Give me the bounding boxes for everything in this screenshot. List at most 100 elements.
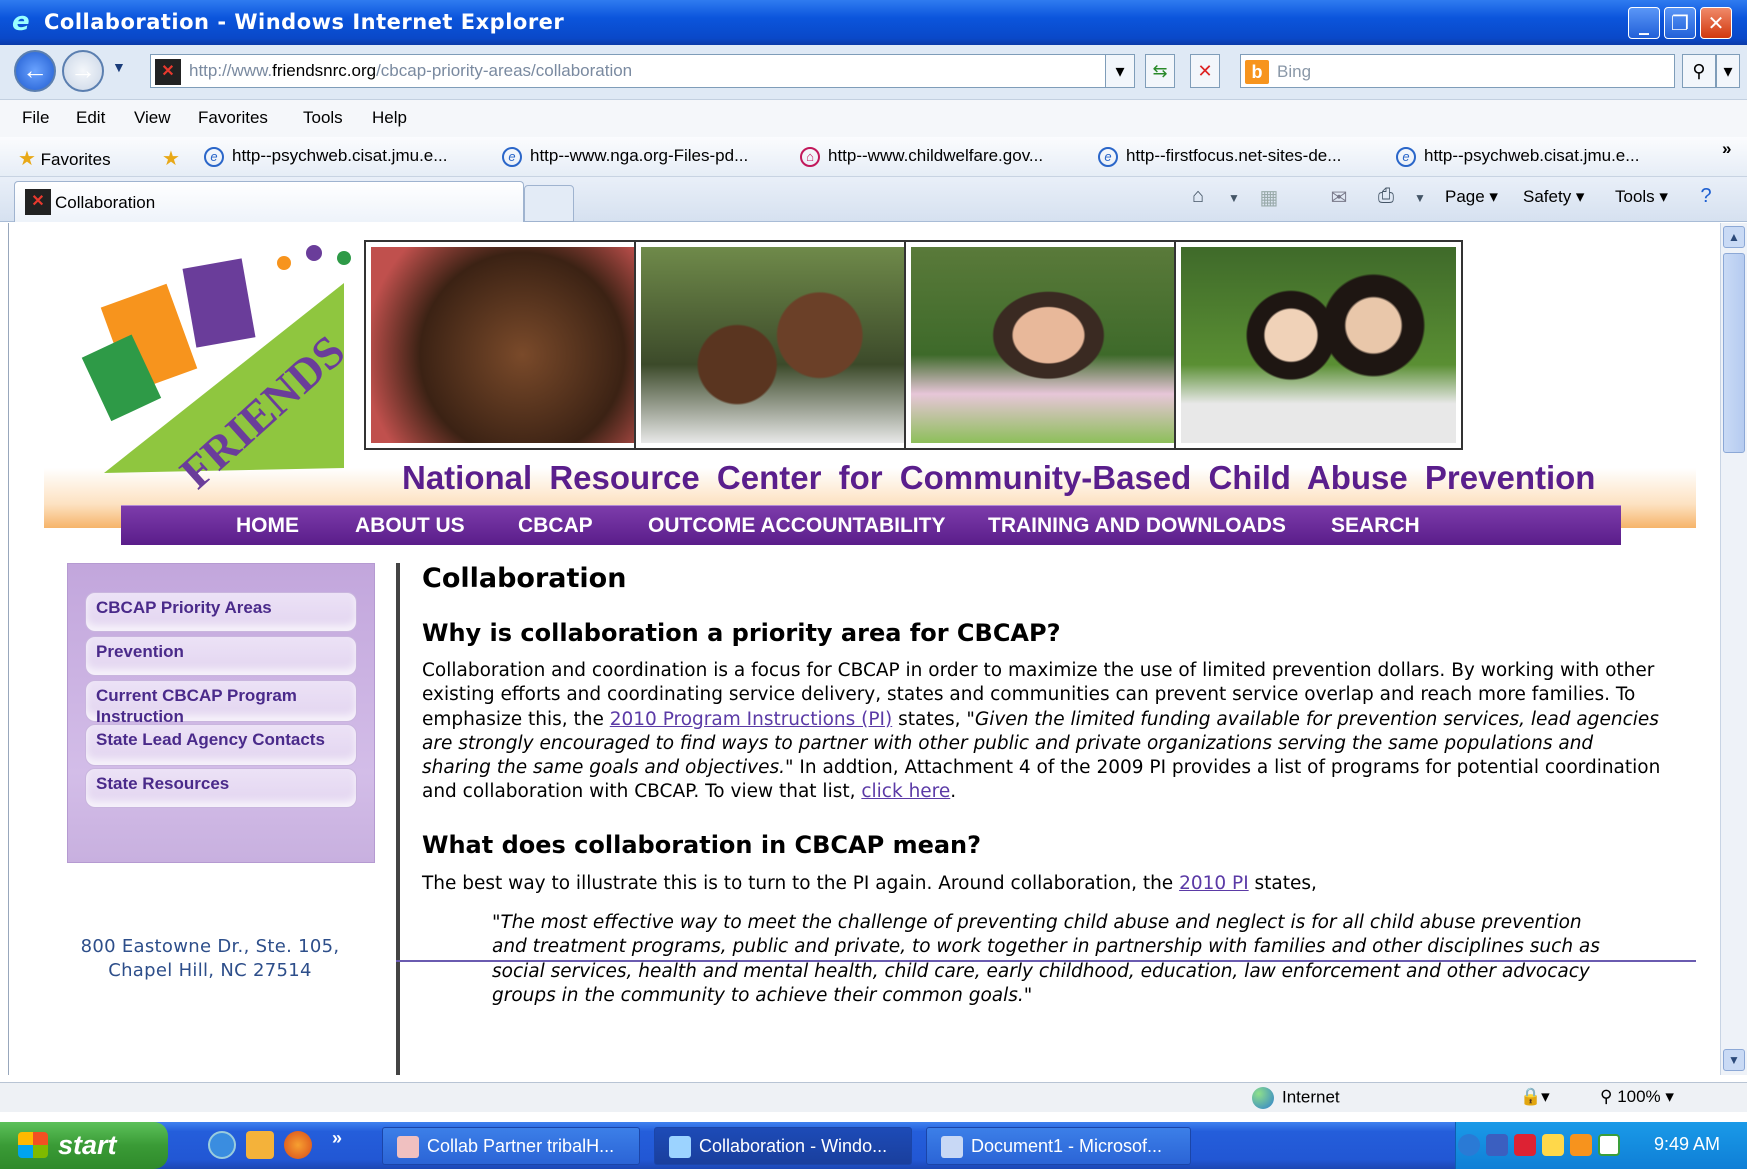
link-click-here[interactable]: click here <box>861 781 950 802</box>
favorite-link-2[interactable]: e http--www.nga.org-Files-pd... <box>502 146 748 167</box>
photo-mother-daughter <box>634 240 923 450</box>
quicklaunch-overflow-icon[interactable]: » <box>332 1128 342 1149</box>
nav-cbcap[interactable]: CBCAP <box>518 514 593 538</box>
mail-icon[interactable]: ✉ <box>1325 185 1353 211</box>
update-icon[interactable] <box>1570 1134 1592 1156</box>
search-options-icon[interactable]: ▾ <box>1716 54 1740 88</box>
menu-help[interactable]: Help <box>372 108 407 128</box>
status-bar: Internet 🔒▾ ⚲ 100% ▾ <box>0 1082 1747 1112</box>
nav-training-downloads[interactable]: TRAINING AND DOWNLOADS <box>988 514 1286 538</box>
safety-menu[interactable]: Safety ▾ <box>1523 187 1584 207</box>
tools-menu[interactable]: Tools ▾ <box>1615 187 1668 207</box>
scroll-down-icon[interactable]: ▼ <box>1723 1049 1745 1071</box>
menu-tools[interactable]: Tools <box>303 108 343 128</box>
link-2010-program-instructions[interactable]: 2010 Program Instructions (PI) <box>610 709 892 730</box>
favorites-bar: ★ Favorites ★ e http--psychweb.cisat.jmu.… <box>0 137 1747 177</box>
forward-button[interactable]: → <box>62 50 104 92</box>
link-2010-pi[interactable]: 2010 PI <box>1179 873 1249 894</box>
sidebar-item-prevention[interactable]: Prevention <box>85 636 357 676</box>
print-icon[interactable]: ⎙ <box>1372 185 1400 211</box>
site-title: National Resource Center for Community-B… <box>402 459 1596 496</box>
photo-child-1 <box>364 240 653 450</box>
favorite-link-4[interactable]: e http--firstfocus.net-sites-de... <box>1098 146 1341 167</box>
back-button[interactable]: ← <box>14 50 56 92</box>
search-placeholder: Bing <box>1277 62 1312 81</box>
add-favorite-icon[interactable]: ★ <box>162 146 180 171</box>
address-field[interactable]: ✕ http://www.friendsnrc.org/cbcap-priori… <box>150 54 1135 88</box>
sidebar-item-state-lead-agency[interactable]: State Lead Agency Contacts <box>85 724 357 766</box>
system-tray: 9:49 AM <box>1455 1122 1747 1169</box>
scroll-up-icon[interactable]: ▲ <box>1723 226 1745 248</box>
feeds-icon[interactable]: ▦ <box>1255 185 1283 211</box>
ie-page-icon: e <box>1396 146 1416 167</box>
paragraph-what: The best way to illustrate this is to tu… <box>422 873 1317 894</box>
bing-icon: b <box>1245 60 1269 84</box>
address-url[interactable]: http://www.friendsnrc.org/cbcap-priority… <box>189 61 632 81</box>
task-collaboration-ie[interactable]: Collaboration - Windo... <box>654 1127 912 1165</box>
address-dropdown-icon[interactable]: ▾ <box>1105 54 1135 88</box>
protected-mode-icon[interactable]: 🔒▾ <box>1520 1087 1550 1107</box>
clock-quicklaunch-icon[interactable] <box>246 1131 274 1159</box>
address-line-1: 800 Eastowne Dr., Ste. 105, <box>80 936 340 957</box>
security-zone: Internet <box>1252 1087 1340 1109</box>
firefox-quicklaunch-icon[interactable] <box>284 1131 312 1159</box>
vertical-scrollbar[interactable]: ▲ ▼ <box>1720 223 1747 1075</box>
tab-label: Collaboration <box>55 193 156 212</box>
ie-quicklaunch-icon[interactable] <box>208 1131 236 1159</box>
history-dropdown-icon[interactable]: ▼ <box>112 59 126 75</box>
ie-logo-icon: e <box>12 7 30 37</box>
sidebar-item-current-cbcap-pi[interactable]: Current CBCAP Program Instruction <box>85 680 357 726</box>
menu-edit[interactable]: Edit <box>76 108 105 128</box>
page-menu[interactable]: Page ▾ <box>1445 187 1498 207</box>
zoom-level[interactable]: ⚲ 100% ▾ <box>1600 1087 1674 1107</box>
antivirus-icon[interactable] <box>1598 1134 1620 1156</box>
restore-button[interactable]: ❐ <box>1664 7 1696 39</box>
network-icon[interactable] <box>1486 1134 1508 1156</box>
start-button[interactable]: start <box>0 1122 168 1169</box>
favorites-button[interactable]: ★ Favorites <box>18 146 111 171</box>
stop-button[interactable]: ✕ <box>1190 54 1220 88</box>
tray-arrow-icon[interactable] <box>1458 1134 1480 1156</box>
footer-address: 800 Eastowne Dr., Ste. 105, Chapel Hill,… <box>60 935 360 983</box>
nav-outcome-accountability[interactable]: OUTCOME ACCOUNTABILITY <box>648 514 945 538</box>
wireless-icon[interactable] <box>1542 1134 1564 1156</box>
print-dropdown-icon[interactable]: ▼ <box>1406 191 1434 217</box>
zoom-icon: ⚲ <box>1600 1087 1618 1106</box>
favorite-link-1[interactable]: e http--psychweb.cisat.jmu.e... <box>204 146 447 167</box>
ie-page-icon: e <box>1098 146 1118 167</box>
task-document1[interactable]: Document1 - Microsof... <box>926 1127 1191 1165</box>
sidebar-item-cbcap-priority-areas[interactable]: CBCAP Priority Areas <box>85 592 357 632</box>
close-window-button[interactable]: ✕ <box>1700 7 1732 39</box>
clock: 9:49 AM <box>1654 1134 1721 1154</box>
friends-logo[interactable]: FRIENDS <box>44 223 374 493</box>
search-input[interactable]: b Bing <box>1240 54 1675 88</box>
web-page: FRIENDS National Resource Center for Com… <box>44 223 1696 1075</box>
tab-collaboration[interactable]: ✕ Collaboration <box>14 181 524 222</box>
main-content: Collaboration Why is collaboration a pri… <box>396 563 1696 1075</box>
sidebar-item-state-resources[interactable]: State Resources <box>85 768 357 808</box>
scroll-thumb[interactable] <box>1723 253 1745 453</box>
home-dropdown-icon[interactable]: ▼ <box>1220 191 1248 217</box>
menu-file[interactable]: File <box>22 108 49 128</box>
section-heading-why: Why is collaboration a priority area for… <box>422 619 1061 647</box>
nav-search[interactable]: SEARCH <box>1331 514 1420 538</box>
security-tray-icon[interactable] <box>1514 1134 1536 1156</box>
nav-about-us[interactable]: ABOUT US <box>355 514 465 538</box>
menu-view[interactable]: View <box>134 108 171 128</box>
page-title: Collaboration <box>422 563 627 594</box>
favorite-link-3[interactable]: ⌂ http--www.childwelfare.gov... <box>800 146 1043 167</box>
search-go-button[interactable]: ⚲ <box>1682 54 1716 88</box>
help-icon[interactable]: ? <box>1692 185 1720 211</box>
home-icon[interactable]: ⌂ <box>1184 185 1212 211</box>
refresh-button[interactable]: ⇆ <box>1145 54 1175 88</box>
task-collab-partner[interactable]: Collab Partner tribalH... <box>382 1127 640 1165</box>
nav-home[interactable]: HOME <box>236 514 299 538</box>
favorite-link-5[interactable]: e http--psychweb.cisat.jmu.e... <box>1396 146 1639 167</box>
ie-page-icon: e <box>204 146 224 167</box>
menu-favorites[interactable]: Favorites <box>198 108 268 128</box>
site-favicon-icon: ✕ <box>155 59 181 85</box>
ie-icon <box>669 1136 691 1158</box>
minimize-button[interactable]: _ <box>1628 7 1660 39</box>
favorites-overflow-icon[interactable]: » <box>1722 139 1731 159</box>
new-tab-button[interactable] <box>524 185 574 222</box>
